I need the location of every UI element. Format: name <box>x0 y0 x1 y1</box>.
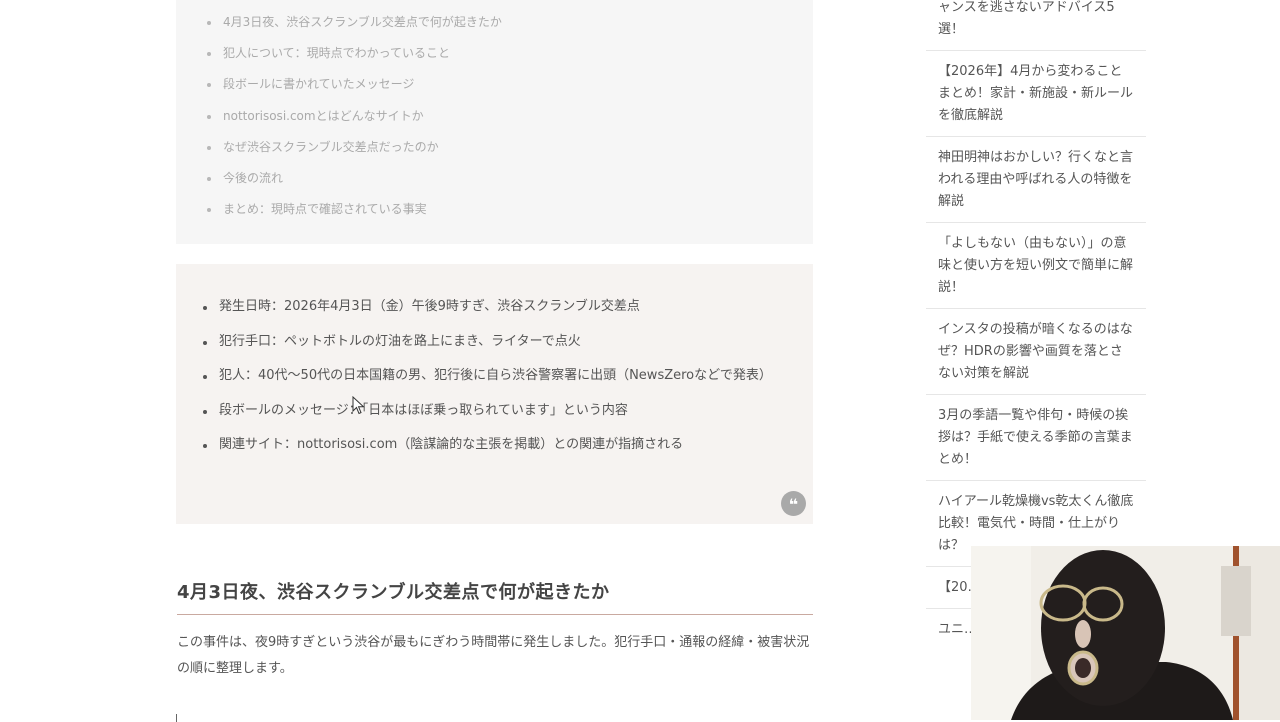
summary-item: 発生日時：2026年4月3日（金）午後9時すぎ、渋谷スクランブル交差点 <box>176 295 776 319</box>
sidebar-article-link[interactable]: 3月の季語一覧や俳句・時候の挨拶は？手紙で使える季節の言葉まとめ！ <box>926 394 1146 480</box>
toc-item[interactable]: まとめ：現時点で確認されている事実 <box>176 194 502 225</box>
toc-item[interactable]: 4月3日夜、渋谷スクランブル交差点で何が起きたか <box>176 7 502 38</box>
sidebar-article-link[interactable]: インスタの投稿が暗くなるのはなぜ？HDRの影響や画質を落とさない対策を解説 <box>926 308 1146 394</box>
toc-item[interactable]: 段ボールに書かれていたメッセージ <box>176 69 502 100</box>
toc-item[interactable]: なぜ渋谷スクランブル交差点だったのか <box>176 132 502 163</box>
article-paragraph: この事件は、夜9時すぎという渋谷が最もにぎわう時間帯に発生しました。犯行手口・通… <box>177 635 810 676</box>
summary-item: 段ボールのメッセージ：「日本はほぼ乗っ取られています」という内容 <box>176 399 776 423</box>
table-of-contents: 4月3日夜、渋谷スクランブル交差点で何が起きたか 犯人について：現時点でわかって… <box>176 0 813 244</box>
sidebar-article-link[interactable]: 神田明神はおかしい？行くなと言われる理由や呼ばれる人の特徴を解説 <box>926 136 1146 222</box>
sidebar-article-link[interactable]: 【2026年】4月から変わることまとめ！家計・新施設・新ルールを徹底解説 <box>926 50 1146 136</box>
quote-icon: ❝ <box>781 491 806 516</box>
mouse-cursor-icon <box>352 396 365 415</box>
summary-item: 犯人：40代～50代の日本国籍の男、犯行後に自ら渋谷警察署に出頭（NewsZer… <box>176 364 776 388</box>
summary-list: 発生日時：2026年4月3日（金）午後9時すぎ、渋谷スクランブル交差点 犯行手口… <box>176 295 776 468</box>
toc-item[interactable]: 犯人について：現時点でわかっていること <box>176 38 502 69</box>
toc-list: 4月3日夜、渋谷スクランブル交差点で何が起きたか 犯人について：現時点でわかって… <box>176 7 502 225</box>
summary-item: 関連サイト：nottorisosi.com（陰謀論的な主張を掲載）との関連が指摘… <box>176 433 776 457</box>
text-caret <box>176 714 177 722</box>
sidebar-article-link[interactable]: 「よしもない（由もない）」の意味と使い方を短い例文で簡単に解説！ <box>926 222 1146 308</box>
section-heading: 4月3日夜、渋谷スクランブル交差点で何が起きたか <box>177 578 813 615</box>
toc-item[interactable]: 今後の流れ <box>176 163 502 194</box>
sidebar-article-link[interactable]: ャンスを逃さないアドバイス5選！ <box>926 0 1146 50</box>
webcam-feed-image <box>971 546 1280 720</box>
summary-box: 発生日時：2026年4月3日（金）午後9時すぎ、渋谷スクランブル交差点 犯行手口… <box>176 264 813 524</box>
summary-item: 犯行手口：ペットボトルの灯油を路上にまき、ライターで点火 <box>176 330 776 354</box>
webcam-overlay <box>971 546 1280 720</box>
toc-item[interactable]: nottorisosi.comとはどんなサイトか <box>176 101 502 132</box>
